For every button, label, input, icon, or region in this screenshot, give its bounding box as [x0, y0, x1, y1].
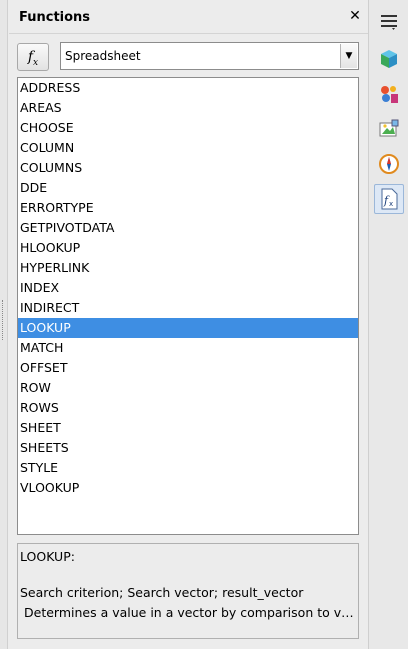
category-select-value: Spreadsheet — [65, 49, 141, 63]
function-list-item[interactable]: INDEX — [18, 278, 358, 298]
tab-functions[interactable]: f x — [374, 184, 404, 214]
category-select[interactable]: Spreadsheet ▼ — [60, 42, 359, 70]
tab-gallery[interactable] — [374, 114, 404, 144]
function-list-item[interactable]: COLUMN — [18, 138, 358, 158]
function-list-item[interactable]: CHOOSE — [18, 118, 358, 138]
description-text: Determines a value in a vector by compar… — [24, 605, 356, 620]
function-description: LOOKUP: Search criterion; Search vector;… — [17, 543, 359, 639]
tab-styles[interactable] — [374, 79, 404, 109]
function-list-item[interactable]: DDE — [18, 178, 358, 198]
tab-navigator[interactable] — [374, 149, 404, 179]
function-list[interactable]: ADDRESS AREAS CHOOSE COLUMN COLUMNS DDE ERRORT… — [17, 77, 359, 535]
description-syntax: Search criterion; Search vector; result_… — [20, 585, 304, 600]
tabbar-menu-button[interactable] — [374, 6, 404, 36]
sidebar-collapse-strip[interactable] — [0, 0, 8, 649]
styles-icon — [381, 86, 398, 103]
function-list-item[interactable]: GETPIVOTDATA — [18, 218, 358, 238]
function-list-item[interactable]: SHEET — [18, 418, 358, 438]
functions-panel: Functions ✕ fx Spreadsheet ▼ ADDRESS AREA… — [9, 0, 368, 649]
chevron-down-icon[interactable]: ▼ — [340, 44, 357, 68]
functions-icon: f x — [381, 188, 398, 210]
tab-properties[interactable] — [374, 44, 404, 74]
sidebar-tabbar: f x — [368, 0, 408, 649]
function-list-item[interactable]: INDIRECT — [18, 298, 358, 318]
function-list-item[interactable]: ROW — [18, 378, 358, 398]
navigator-icon — [379, 154, 399, 174]
function-list-item[interactable]: HLOOKUP — [18, 238, 358, 258]
function-list-item[interactable]: HYPERLINK — [18, 258, 358, 278]
function-list-item[interactable]: MATCH — [18, 338, 358, 358]
function-list-item[interactable]: SHEETS — [18, 438, 358, 458]
function-list-item[interactable]: AREAS — [18, 98, 358, 118]
function-list-item[interactable]: ERRORTYPE — [18, 198, 358, 218]
properties-icon — [381, 50, 397, 68]
close-icon[interactable]: ✕ — [346, 7, 364, 25]
gallery-icon — [379, 119, 399, 137]
collapse-grip-icon[interactable] — [2, 300, 5, 340]
function-fx-icon: fx — [27, 49, 39, 68]
menu-icon — [381, 15, 397, 30]
function-list-item[interactable]: OFFSET — [18, 358, 358, 378]
svg-text:x: x — [389, 200, 393, 208]
description-function-name: LOOKUP: — [20, 549, 75, 564]
insert-function-button[interactable]: fx — [17, 43, 49, 71]
function-list-item[interactable]: COLUMNS — [18, 158, 358, 178]
function-list-item[interactable]: LOOKUP — [18, 318, 358, 338]
panel-title: Functions — [19, 10, 91, 25]
function-list-item[interactable]: STYLE — [18, 458, 358, 478]
function-list-item[interactable]: VLOOKUP — [18, 478, 358, 498]
function-list-item[interactable]: ROWS — [18, 398, 358, 418]
function-list-item[interactable]: ADDRESS — [18, 78, 358, 98]
panel-titlebar: Functions ✕ — [9, 0, 368, 34]
